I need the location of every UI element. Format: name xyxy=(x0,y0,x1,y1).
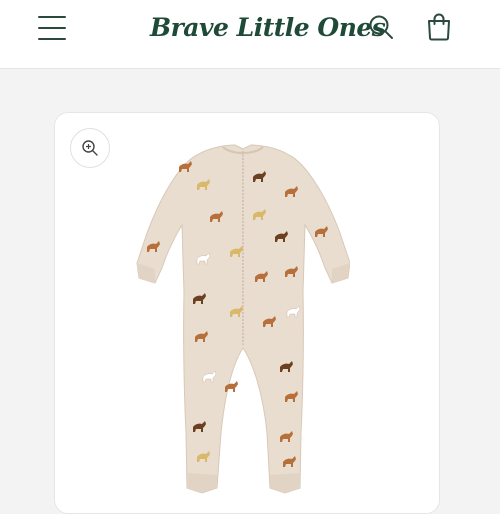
brand-logo[interactable]: Brave Little Ones xyxy=(150,10,386,46)
product-media-card xyxy=(54,112,440,514)
shopping-bag-icon xyxy=(428,13,450,41)
cart-button[interactable] xyxy=(424,12,454,42)
search-button[interactable] xyxy=(367,13,395,41)
product-image[interactable] xyxy=(135,133,350,503)
site-header: Brave Little Ones xyxy=(0,0,500,69)
hamburger-menu-icon-bottom xyxy=(38,38,66,40)
zoom-in-icon xyxy=(82,140,98,156)
menu-button[interactable] xyxy=(38,14,66,42)
hamburger-menu-icon-middle xyxy=(38,27,66,29)
search-icon xyxy=(369,15,393,39)
hamburger-menu-icon xyxy=(38,16,66,18)
zoom-button[interactable] xyxy=(70,128,110,168)
